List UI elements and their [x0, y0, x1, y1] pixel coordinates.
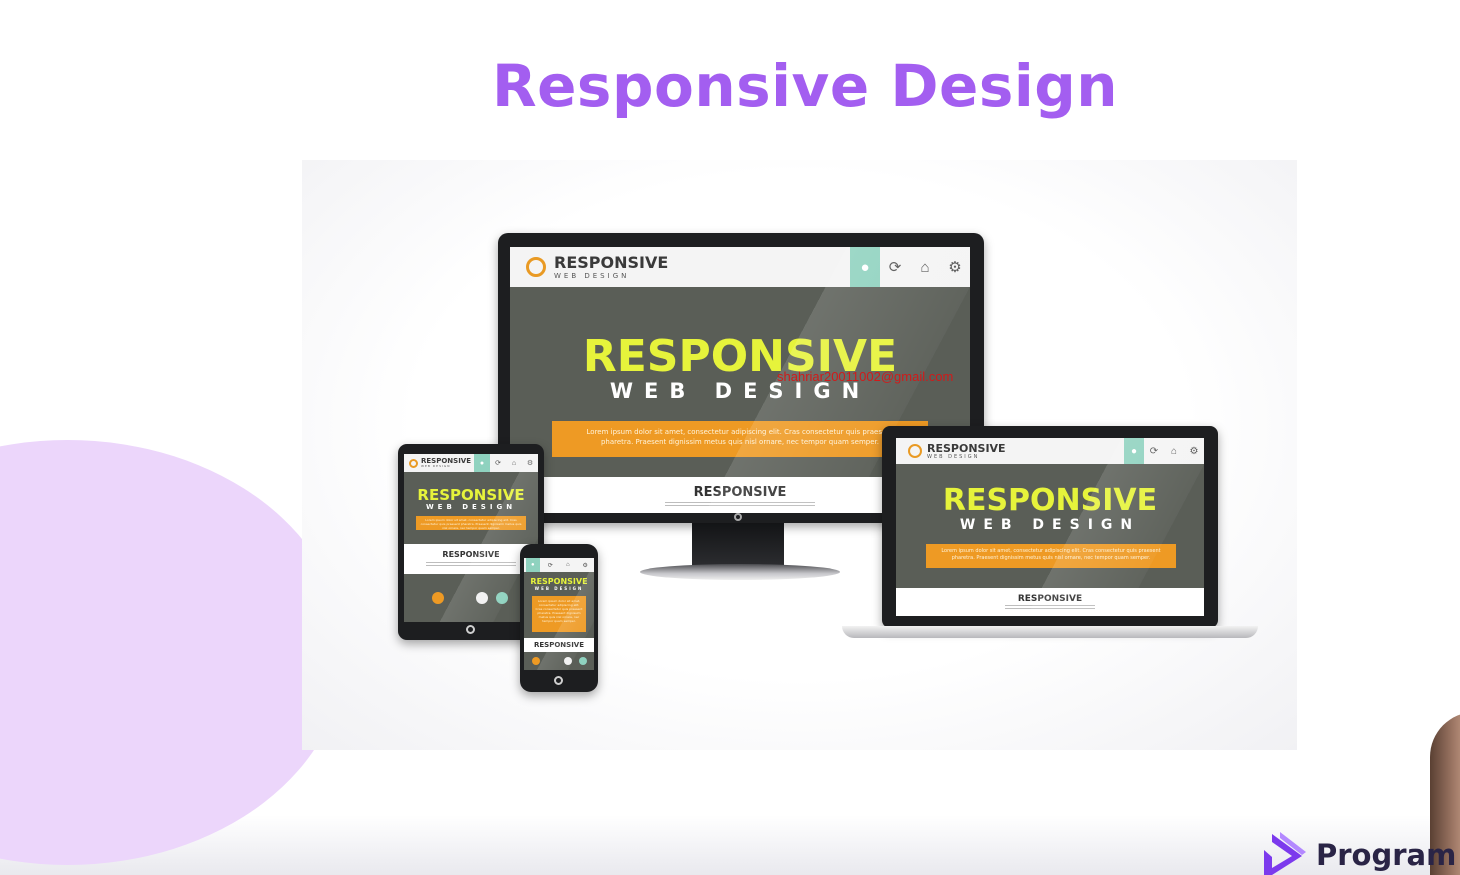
home-icon: ⌂ [565, 562, 570, 568]
text-lines [426, 562, 516, 567]
user-icon: ● [850, 247, 880, 287]
logo-title: RESPONSIVE [554, 252, 669, 272]
phone-home-button [554, 676, 563, 685]
laptop-site-header: RESPONSIVE WEB DESIGN ● ⟳ ⌂ ⚙ [896, 438, 1204, 464]
slide-title: Responsive Design [491, 52, 1119, 120]
logo-subtitle: WEB DESIGN [554, 271, 630, 280]
play-chevron-icon [1264, 832, 1306, 875]
refresh-icon: ⟳ [495, 460, 501, 467]
laptop-logo: RESPONSIVE WEB DESIGN [927, 443, 1006, 460]
monitor-site-header: RESPONSIVE WEB DESIGN ● ⟳ ⌂ ⚙ [510, 247, 970, 287]
tablet-logo: RESPONSIVE WEB DESIGN [421, 458, 471, 468]
teal-dot [496, 592, 508, 604]
laptop-bezel: RESPONSIVE WEB DESIGN ● ⟳ ⌂ ⚙ RESPONSIVE… [882, 426, 1218, 628]
responsive-devices-illustration: RESPONSIVE WEB DESIGN ● ⟳ ⌂ ⚙ RESPONSIVE… [302, 160, 1297, 750]
hero-body-text: Lorem ipsum dolor sit amet, consectetur … [926, 544, 1176, 568]
hero-subtitle: WEB DESIGN [609, 379, 871, 403]
gear-icon: ⚙ [948, 259, 962, 276]
band-title: RESPONSIVE [534, 641, 584, 649]
target-logo-icon [409, 458, 418, 468]
tablet-site-header: RESPONSIVE WEB DESIGN ● ⟳ ⌂ ⚙ [404, 454, 538, 472]
user-icon: ● [1124, 438, 1144, 464]
power-led [734, 513, 742, 521]
hero-body-text: Lorem ipsum dolor sit amet, consectetur … [552, 421, 928, 457]
laptop-header-icons: ● ⟳ ⌂ ⚙ [1124, 438, 1204, 464]
white-dot [564, 657, 572, 665]
tablet-screen: RESPONSIVE WEB DESIGN ● ⟳ ⌂ ⚙ RESPONSIVE… [404, 454, 538, 622]
brand-logo: Program [1258, 830, 1460, 875]
refresh-icon: ⟳ [888, 259, 902, 276]
phone-content-band: RESPONSIVE [524, 638, 594, 652]
gear-icon: ⚙ [526, 460, 534, 467]
gear-icon: ⚙ [582, 562, 588, 569]
hero-subtitle: WEB DESIGN [959, 517, 1141, 533]
home-icon: ⌂ [920, 258, 930, 276]
email-watermark: shahriar20011002@gmail.com [777, 369, 954, 384]
screen-gloss [404, 454, 538, 622]
decorative-circle [0, 440, 345, 865]
hero-title: RESPONSIVE [530, 577, 588, 586]
refresh-icon: ⟳ [547, 562, 553, 569]
band-title: RESPONSIVE [442, 550, 500, 559]
monitor-logo: RESPONSIVE WEB DESIGN [554, 252, 669, 280]
phone-site-header: ● ⟳ ⌂ ⚙ [524, 558, 594, 572]
text-lines [665, 502, 815, 508]
laptop-keyboard-base [842, 626, 1258, 638]
brand-name: Program [1316, 838, 1457, 872]
hero-body-text: Lorem ipsum dolor sit amet, consectetur … [532, 596, 586, 632]
orange-dot [432, 592, 444, 604]
home-icon: ⌂ [511, 459, 517, 467]
target-logo-icon [908, 444, 922, 458]
logo-subtitle: WEB DESIGN [927, 453, 980, 460]
hero-title: RESPONSIVE [417, 486, 525, 504]
text-lines [1005, 605, 1095, 609]
tablet-content-band: RESPONSIVE [404, 544, 538, 574]
tablet-header-icons: ● ⟳ ⌂ ⚙ [474, 454, 538, 472]
hero-subtitle: WEB DESIGN [425, 503, 517, 511]
user-icon: ● [474, 454, 490, 472]
hero-subtitle: WEB DESIGN [534, 586, 584, 591]
user-icon: ● [525, 558, 540, 572]
gear-icon: ⚙ [1189, 445, 1199, 457]
home-icon: ⌂ [1170, 445, 1178, 457]
tablet-home-button [466, 625, 475, 634]
logo-subtitle: WEB DESIGN [421, 464, 451, 468]
logo-title: RESPONSIVE [927, 441, 1006, 455]
monitor-stand-base [640, 564, 840, 580]
band-title: RESPONSIVE [1017, 594, 1083, 604]
laptop-content-band: RESPONSIVE [896, 588, 1204, 616]
phone: ● ⟳ ⌂ ⚙ RESPONSIVE WEB DESIGN Lorem ipsu… [520, 544, 598, 692]
monitor-header-icons: ● ⟳ ⌂ ⚙ [850, 247, 970, 287]
teal-dot [579, 657, 587, 665]
slide: Responsive Design RESPONSIVE WEB DESIGN … [0, 0, 1460, 875]
white-dot [476, 592, 488, 604]
monitor-neck [692, 523, 784, 567]
target-logo-icon [526, 257, 546, 277]
orange-dot [532, 657, 540, 665]
refresh-icon: ⟳ [1149, 445, 1159, 457]
hero-body-text: Lorem ipsum dolor sit amet, consectetur … [416, 516, 526, 530]
phone-screen: ● ⟳ ⌂ ⚙ RESPONSIVE WEB DESIGN Lorem ipsu… [524, 558, 594, 670]
hero-title: RESPONSIVE [942, 483, 1158, 518]
laptop-screen: RESPONSIVE WEB DESIGN ● ⟳ ⌂ ⚙ RESPONSIVE… [896, 438, 1204, 616]
